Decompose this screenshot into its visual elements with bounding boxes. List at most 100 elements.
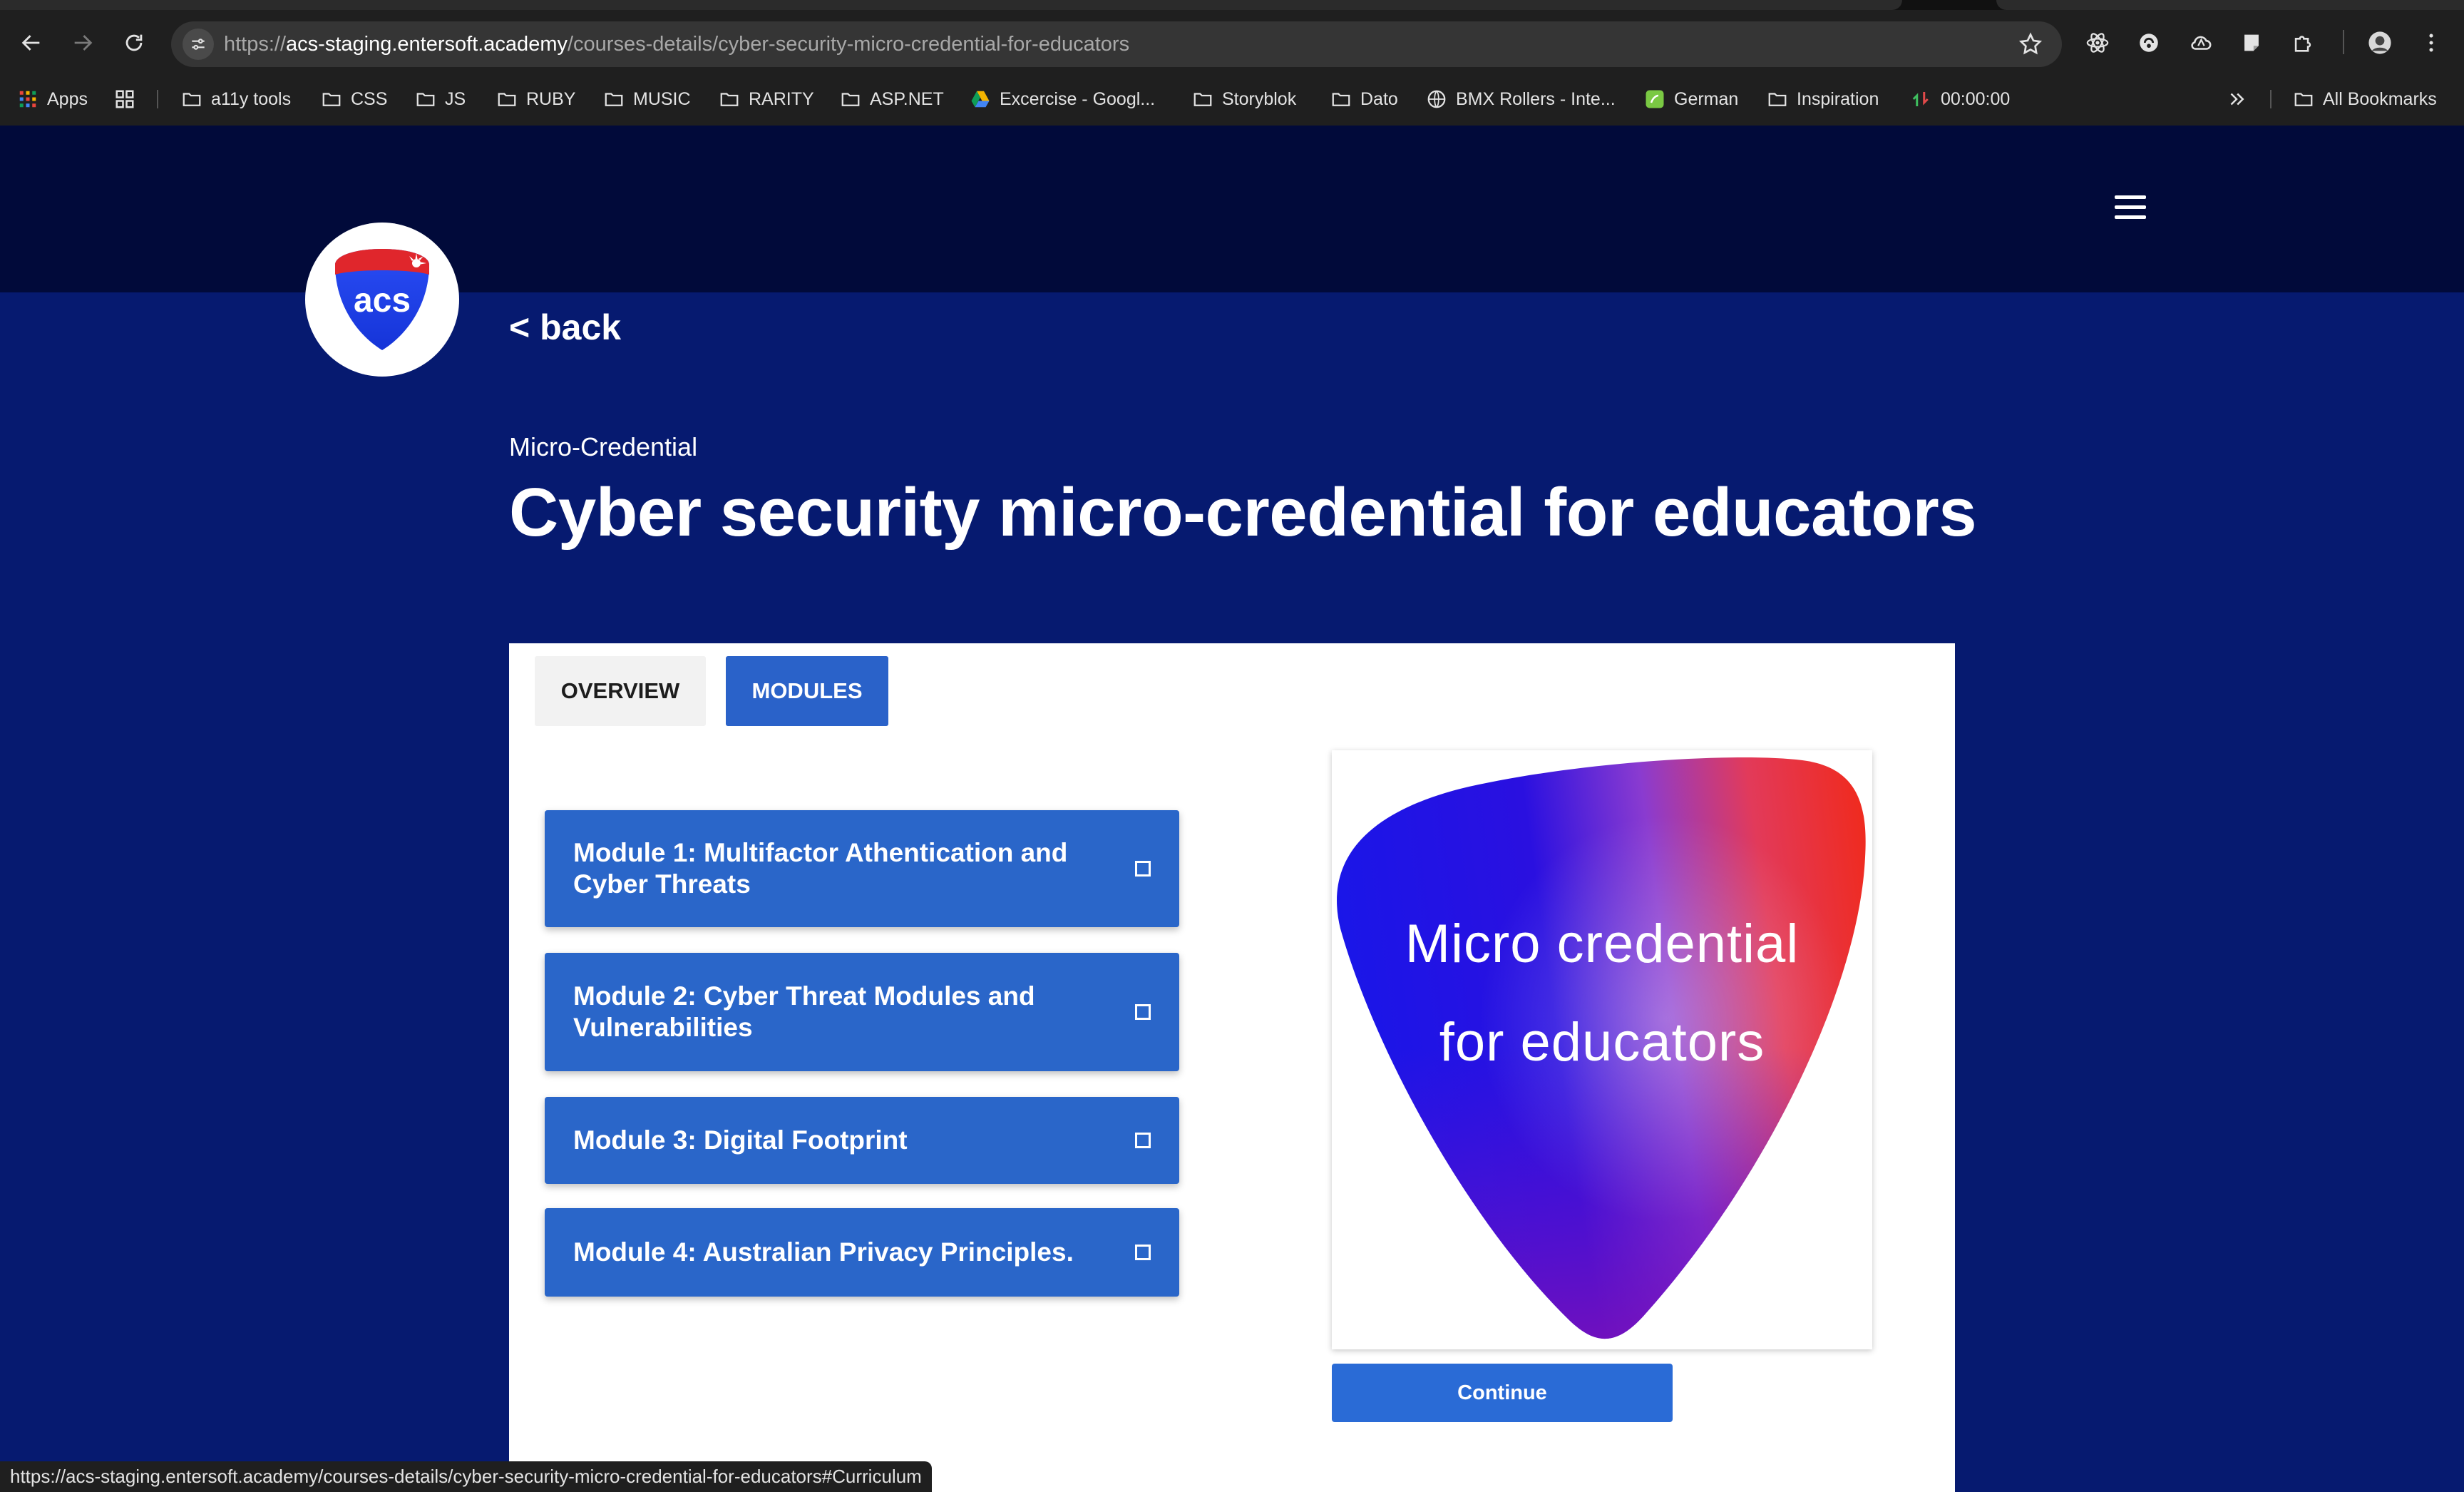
apps-grid-icon [19,91,36,108]
folder-icon [498,93,516,106]
folder-icon [605,93,623,106]
other-tab-edge[interactable] [1996,0,2464,10]
react-devtools-icon[interactable] [2080,26,2115,60]
all-bookmarks-folder[interactable]: All Bookmarks [2293,80,2437,118]
bookmark-label: Storyblok [1222,88,1297,109]
module-label: Module 2: Cyber Threat Modules and Vulne… [573,981,1035,1042]
bookmark-label: Apps [47,88,88,109]
image-text-line-2: for educators [1439,1012,1765,1073]
bookmark-label: ASP.NET [870,88,944,109]
bookmark-music[interactable]: MUSIC [603,80,691,118]
folder-icon [183,93,201,106]
module-checkbox[interactable] [1135,1133,1151,1148]
bookmark-label: Dato [1360,88,1398,109]
reload-icon[interactable] [114,23,154,63]
folder-icon [1768,93,1787,106]
module-item-1[interactable]: Module 1: Multifactor Athentication and … [545,810,1179,927]
notes-extension-icon[interactable] [2234,26,2269,60]
bookmark-label: RARITY [749,88,814,109]
folder-icon [841,93,860,106]
timer-icon [1912,92,1929,106]
extensions-puzzle-icon[interactable] [2286,26,2320,60]
module-label: Module 3: Digital Footprint [573,1125,908,1155]
course-card: OVERVIEW MODULES Module 1: Multifactor A… [509,643,1955,1492]
accessibility-extension-icon[interactable] [2132,26,2166,60]
bookmark-a11y-tools[interactable]: a11y tools [181,80,291,118]
bookmark-german[interactable]: German [1644,80,1738,118]
folder-icon [416,93,435,106]
module-checkbox[interactable] [1135,1004,1151,1020]
bookmark-rarity[interactable]: RARITY [719,80,814,118]
bookmark-label: Excercise - Googl... [1000,88,1156,109]
bookmark-excercise[interactable]: Excercise - Googl... [970,80,1155,118]
folder-icon [322,93,341,106]
tab-modules[interactable]: MODULES [726,656,888,726]
bookmark-label: CSS [351,88,388,109]
address-bar[interactable]: https://acs-staging.entersoft.academy/co… [171,21,2062,67]
status-bar-url: https://acs-staging.entersoft.academy/co… [0,1461,932,1492]
folder-icon [2294,93,2313,106]
module-label: Module 1: Multifactor Athentication and … [573,838,1068,899]
acs-shield-icon: acs [335,249,429,350]
tab-strip [0,0,2464,10]
bookmark-label: RUBY [526,88,576,109]
bookmarks-divider [157,90,158,108]
module-item-3[interactable]: Module 3: Digital Footprint [545,1097,1179,1184]
bookmark-label: BMX Rollers - Inte... [1456,88,1616,109]
browser-toolbar: https://acs-staging.entersoft.academy/co… [0,0,2464,126]
module-item-2[interactable]: Module 2: Cyber Threat Modules and Vulne… [545,953,1179,1071]
all-bookmarks-label: All Bookmarks [2323,88,2437,109]
active-tab-edge[interactable] [0,0,1902,10]
cloud-extension-icon[interactable] [2183,26,2217,60]
back-arrow-icon[interactable] [11,23,51,63]
logo-text: acs [354,282,411,320]
globe-icon [1427,90,1446,108]
bookmark-label: MUSIC [633,88,691,109]
folder-icon [1194,93,1212,106]
bookmark-inspiration[interactable]: Inspiration [1767,80,1879,118]
chrome-menu-kebab-icon[interactable] [2414,26,2448,60]
bookmark-label: JS [445,88,466,109]
module-label: Module 4: Australian Privacy Principles. [573,1237,1074,1267]
bookmark-storyblok[interactable]: Storyblok [1192,80,1296,118]
bookmark-ruby[interactable]: RUBY [496,80,575,118]
bookmark-asp-net[interactable]: ASP.NET [840,80,944,118]
bookmark-bmx-rollers[interactable]: BMX Rollers - Inte... [1426,80,1616,118]
bookmark-label: a11y tools [211,88,292,109]
bookmarks-bar: Apps a11y tools CSS JS RUBY MUSIC RARITY… [0,80,2464,118]
profile-avatar-icon[interactable] [2363,26,2397,60]
module-item-4[interactable]: Module 4: Australian Privacy Principles. [545,1208,1179,1297]
module-checkbox[interactable] [1135,861,1151,877]
more-bookmarks-chevron-icon[interactable] [2226,80,2247,118]
continue-button[interactable]: Continue [1332,1364,1673,1422]
course-category: Micro-Credential [509,432,698,461]
hamburger-menu-icon[interactable] [2115,195,2146,220]
tab-overview[interactable]: OVERVIEW [535,656,706,726]
page-title: Cyber security micro-credential for educ… [509,474,1977,551]
folder-icon [720,93,739,106]
bookmark-label: Inspiration [1797,88,1879,109]
bookmark-star-icon[interactable] [2018,31,2043,57]
bookmark-dato[interactable]: Dato [1330,80,1398,118]
bookmark-tab-groups[interactable] [114,80,135,118]
german-app-icon [1646,90,1664,108]
course-image: Micro credential for educators [1332,750,1872,1349]
bookmark-timer[interactable]: 00:00:00 [1911,80,2010,118]
toolbar-divider [2343,30,2344,54]
url-text[interactable]: https://acs-staging.entersoft.academy/co… [224,21,1129,67]
image-text-line-1: Micro credential [1405,914,1800,974]
acs-logo[interactable]: acs [305,223,459,377]
bookmark-css[interactable]: CSS [321,80,387,118]
folder-icon [1332,93,1350,106]
bookmark-js[interactable]: JS [415,80,466,118]
bookmark-apps[interactable]: Apps [17,80,88,118]
google-drive-icon [971,91,990,108]
forward-arrow-icon[interactable] [63,23,103,63]
back-link[interactable]: < back [509,307,621,348]
tab-groups-icon [115,90,134,108]
module-checkbox[interactable] [1135,1245,1151,1260]
site-settings-icon[interactable] [183,29,214,60]
bookmark-label: 00:00:00 [1941,88,2011,109]
bookmark-label: German [1674,88,1739,109]
bookmarks-divider [2270,90,2272,108]
